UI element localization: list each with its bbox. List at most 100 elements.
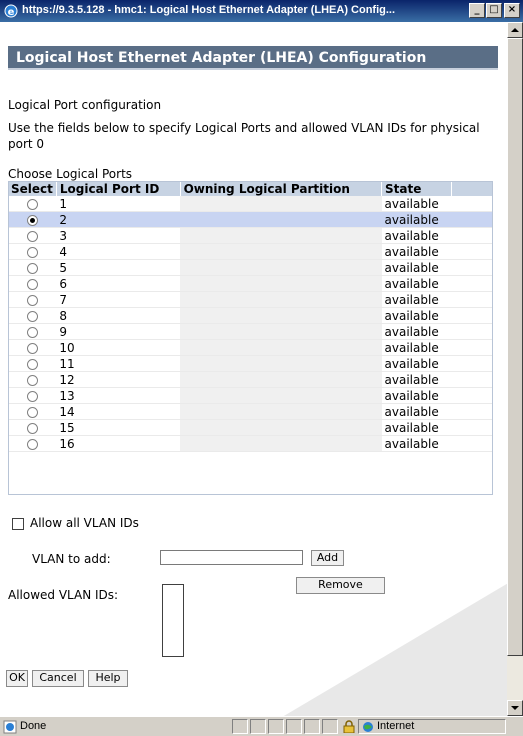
table-row[interactable]: 10 available — [8, 339, 493, 356]
owning-partition-cell — [180, 259, 382, 276]
state-cell: available — [381, 275, 452, 292]
row-select-cell[interactable] — [8, 243, 57, 260]
row-select-cell[interactable] — [8, 307, 57, 324]
internet-zone-icon — [363, 722, 373, 732]
row-select-cell[interactable] — [8, 323, 57, 340]
zone-pane: Internet — [358, 719, 506, 734]
row-select-cell[interactable] — [8, 403, 57, 420]
spacer-cell — [451, 355, 493, 372]
logical-port-id-cell: 10 — [56, 339, 181, 356]
row-select-cell[interactable] — [8, 355, 57, 372]
internet-explorer-icon: e — [4, 4, 18, 18]
owning-partition-cell — [180, 435, 382, 452]
row-select-cell[interactable] — [8, 227, 57, 244]
column-header-logical-port-id[interactable]: Logical Port ID — [56, 181, 181, 196]
row-select-cell[interactable] — [8, 211, 57, 228]
row-select-cell[interactable] — [8, 196, 57, 212]
logical-port-id-cell: 1 — [56, 196, 181, 212]
table-row[interactable]: 6 available — [8, 275, 493, 292]
row-radio-button[interactable] — [26, 278, 38, 290]
row-radio-button[interactable] — [26, 294, 38, 306]
row-select-cell[interactable] — [8, 339, 57, 356]
row-radio-button[interactable] — [26, 390, 38, 402]
table-row[interactable]: 9 available — [8, 323, 493, 340]
page-viewport: Logical Host Ethernet Adapter (LHEA) Con… — [0, 22, 507, 716]
logical-port-id-cell: 9 — [56, 323, 181, 340]
row-radio-button[interactable] — [26, 214, 38, 226]
table-row[interactable]: 13 available — [8, 387, 493, 404]
scroll-down-arrow-icon[interactable] — [507, 700, 523, 716]
row-select-cell[interactable] — [8, 435, 57, 452]
row-radio-button[interactable] — [26, 406, 38, 418]
owning-partition-cell — [180, 339, 382, 356]
table-row[interactable]: 11 available — [8, 355, 493, 372]
help-button[interactable]: Help — [88, 670, 128, 687]
allow-all-vlan-row[interactable]: Allow all VLAN IDs — [12, 516, 139, 530]
row-radio-button[interactable] — [26, 342, 38, 354]
table-row[interactable]: 3 available — [8, 227, 493, 244]
column-header-state[interactable]: State — [381, 181, 452, 196]
vertical-scrollbar[interactable] — [507, 22, 523, 716]
scroll-up-arrow-icon[interactable] — [507, 22, 523, 38]
row-radio-button[interactable] — [26, 326, 38, 338]
column-header-owning-partition[interactable]: Owning Logical Partition — [180, 181, 383, 196]
row-radio-button[interactable] — [26, 198, 38, 210]
table-row[interactable]: 12 available — [8, 371, 493, 388]
logical-ports-table: Select Logical Port ID Owning Logical Pa… — [8, 181, 493, 452]
state-cell: available — [381, 291, 452, 308]
instructions-text: Use the fields below to specify Logical … — [8, 121, 480, 151]
table-row[interactable]: 8 available — [8, 307, 493, 324]
status-pane-1 — [232, 719, 248, 734]
window-title-bar[interactable]: e https://9.3.5.128 - hmc1: Logical Host… — [0, 0, 523, 22]
row-select-cell[interactable] — [8, 275, 57, 292]
table-row[interactable]: 14 available — [8, 403, 493, 420]
row-radio-button[interactable] — [26, 422, 38, 434]
table-row[interactable]: 7 available — [8, 291, 493, 308]
minimize-button[interactable]: _ — [469, 3, 485, 18]
cancel-button[interactable]: Cancel — [32, 670, 84, 687]
add-vlan-button[interactable]: Add — [311, 550, 344, 566]
column-header-select[interactable]: Select — [8, 181, 57, 196]
row-radio-button[interactable] — [26, 230, 38, 242]
table-row[interactable]: 1 available — [8, 196, 493, 212]
row-radio-button[interactable] — [26, 262, 38, 274]
watermark-shape — [240, 582, 507, 716]
spacer-cell — [451, 403, 493, 420]
state-cell: available — [381, 323, 452, 340]
allow-all-vlan-checkbox[interactable] — [12, 517, 24, 530]
logical-port-id-cell: 15 — [56, 419, 181, 436]
row-select-cell[interactable] — [8, 419, 57, 436]
allowed-vlan-ids-label: Allowed VLAN IDs: — [8, 588, 119, 602]
vertical-scroll-thumb[interactable] — [507, 38, 523, 656]
allowed-vlan-ids-list[interactable] — [162, 584, 184, 657]
row-select-cell[interactable] — [8, 387, 57, 404]
table-row[interactable]: 15 available — [8, 419, 493, 436]
allow-all-vlan-label: Allow all VLAN IDs — [30, 516, 139, 530]
close-button[interactable]: × — [504, 3, 520, 18]
ok-button[interactable]: OK — [6, 670, 28, 687]
row-select-cell[interactable] — [8, 259, 57, 276]
owning-partition-cell — [180, 387, 382, 404]
row-radio-button[interactable] — [26, 310, 38, 322]
spacer-cell — [451, 243, 493, 260]
logical-port-id-cell: 3 — [56, 227, 181, 244]
table-row[interactable]: 2 available — [8, 211, 493, 228]
maximize-button[interactable]: □ — [486, 3, 502, 18]
state-cell: available — [381, 196, 452, 212]
row-select-cell[interactable] — [8, 371, 57, 388]
row-select-cell[interactable] — [8, 291, 57, 308]
table-row[interactable]: 16 available — [8, 435, 493, 452]
lock-icon — [343, 720, 355, 733]
table-row[interactable]: 4 available — [8, 243, 493, 260]
row-radio-button[interactable] — [26, 438, 38, 450]
column-header-spacer — [451, 181, 493, 196]
row-radio-button[interactable] — [26, 246, 38, 258]
row-radio-button[interactable] — [26, 374, 38, 386]
row-radio-button[interactable] — [26, 358, 38, 370]
logical-port-id-cell: 11 — [56, 355, 181, 372]
vlan-to-add-input[interactable] — [160, 550, 303, 565]
table-header-row: Select Logical Port ID Owning Logical Pa… — [8, 181, 493, 196]
state-cell: available — [381, 259, 452, 276]
logical-port-id-cell: 5 — [56, 259, 181, 276]
table-row[interactable]: 5 available — [8, 259, 493, 276]
